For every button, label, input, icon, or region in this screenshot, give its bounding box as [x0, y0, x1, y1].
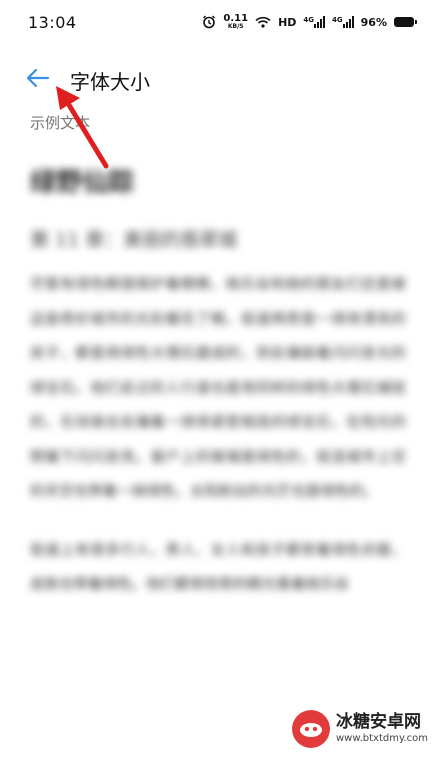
signal-sim1: 4G	[303, 16, 326, 28]
wifi-icon	[255, 16, 271, 28]
watermark-title: 冰糖安卓网	[335, 712, 421, 733]
preview-paragraph: 街道上有很多行人，男人、女人和孩子都穿着绿色衣服，皮肤也带着绿色。他们都用惊奇的…	[30, 542, 406, 594]
preview-paragraph: 尽管有绿色眼镜保护着眼睛，桃乐丝和她的朋友们还是被这座奇妙城市的光彩耀花了眼。街…	[30, 277, 406, 500]
back-button[interactable]	[20, 62, 56, 94]
hd-indicator: HD	[278, 15, 297, 29]
arrow-left-icon	[26, 68, 50, 88]
network-speed-unit: KB/S	[227, 23, 244, 30]
network-type-sim2: 4G	[332, 16, 343, 24]
watermark: 冰糖安卓网 www.btxtdmy.com	[292, 708, 428, 750]
sample-text-preview: 绿野仙踪 第 11 章：美丽的翡翠城 尽管有绿色眼镜保护着眼睛，桃乐丝和她的朋友…	[30, 158, 406, 603]
network-type-sim1: 4G	[303, 16, 315, 24]
signal-sim2: 4G	[332, 16, 354, 28]
network-speed: 0.11 KB/S	[223, 14, 248, 30]
status-icons: 0.11 KB/S HD 4G 4G 96%	[202, 14, 417, 30]
battery-icon	[394, 17, 417, 27]
alarm-icon	[203, 15, 216, 29]
preview-book-title: 绿野仙踪	[30, 168, 135, 198]
page-title: 字体大小	[70, 70, 150, 94]
signal-bars-icon	[342, 16, 354, 28]
status-bar: 13:04 0.11 KB/S HD 4G 4G 96%	[0, 0, 436, 44]
watermark-url: www.btxtdmy.com	[335, 733, 428, 745]
sample-text-label: 示例文本	[30, 114, 91, 132]
app-header: 字体大小	[0, 56, 436, 100]
preview-chapter-title: 第 11 章：美丽的翡翠城	[30, 229, 238, 251]
battery-percent: 96%	[360, 15, 387, 29]
status-time: 13:04	[28, 12, 77, 32]
watermark-logo-icon	[292, 710, 330, 748]
signal-bars-icon	[314, 16, 326, 28]
